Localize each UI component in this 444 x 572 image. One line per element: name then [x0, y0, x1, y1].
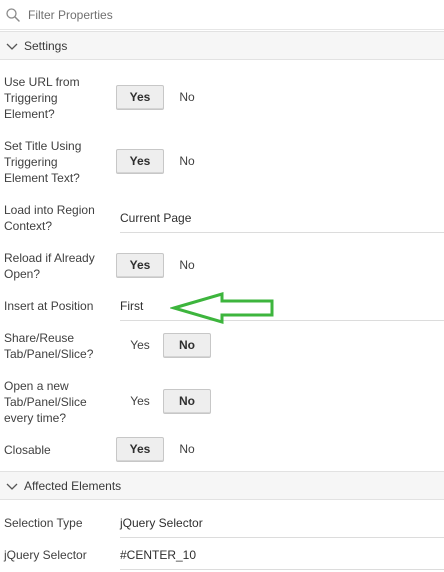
section-title: Settings [24, 39, 68, 53]
set-title-no-button[interactable]: No [163, 149, 211, 174]
use-url-no-button[interactable]: No [163, 85, 211, 110]
load-region-label: Load into Region Context? [4, 203, 95, 233]
load-region-value[interactable]: Current Page [120, 209, 444, 233]
share-reuse-yes-button[interactable]: Yes [116, 333, 164, 358]
share-reuse-label: Share/Reuse Tab/Panel/Slice? [4, 331, 94, 361]
chevron-down-icon [6, 41, 18, 51]
open-new-label: Open a new Tab/Panel/Slice every time? [4, 379, 87, 425]
open-new-no-button[interactable]: No [163, 389, 211, 414]
jquery-selector-value[interactable]: #CENTER_10 [120, 546, 444, 570]
open-new-yes-button[interactable]: Yes [116, 389, 164, 414]
selection-type-value[interactable]: jQuery Selector [120, 514, 444, 538]
chevron-down-icon [6, 481, 18, 491]
insert-position-label: Insert at Position [4, 299, 94, 313]
section-header-affected-elements[interactable]: Affected Elements [0, 471, 444, 500]
reload-open-toggle: Yes No [116, 253, 226, 279]
set-title-label: Set Title Using Triggering Element Text? [4, 139, 82, 185]
use-url-yes-button[interactable]: Yes [116, 85, 164, 110]
annotation-arrow-icon [170, 292, 274, 324]
reload-open-label: Reload if Already Open? [4, 251, 95, 281]
insert-position-value[interactable]: First [120, 297, 444, 321]
closable-toggle: Yes No [116, 437, 226, 463]
share-reuse-no-button[interactable]: No [163, 333, 211, 358]
search-icon [5, 7, 21, 23]
filter-bar [0, 0, 444, 30]
selection-type-label: Selection Type [4, 516, 83, 530]
share-reuse-toggle: Yes No [116, 333, 226, 359]
closable-no-button[interactable]: No [163, 437, 211, 462]
closable-yes-button[interactable]: Yes [116, 437, 164, 462]
section-title: Affected Elements [24, 479, 122, 493]
set-title-yes-button[interactable]: Yes [116, 149, 164, 174]
use-url-toggle: Yes No [116, 85, 226, 111]
reload-open-no-button[interactable]: No [163, 253, 211, 278]
use-url-label: Use URL from Triggering Element? [4, 75, 80, 121]
filter-properties-input[interactable] [28, 6, 428, 24]
set-title-toggle: Yes No [116, 149, 226, 175]
closable-label: Closable [4, 443, 51, 457]
section-header-settings[interactable]: Settings [0, 31, 444, 60]
open-new-toggle: Yes No [116, 389, 226, 415]
reload-open-yes-button[interactable]: Yes [116, 253, 164, 278]
jquery-selector-label: jQuery Selector [4, 548, 87, 562]
